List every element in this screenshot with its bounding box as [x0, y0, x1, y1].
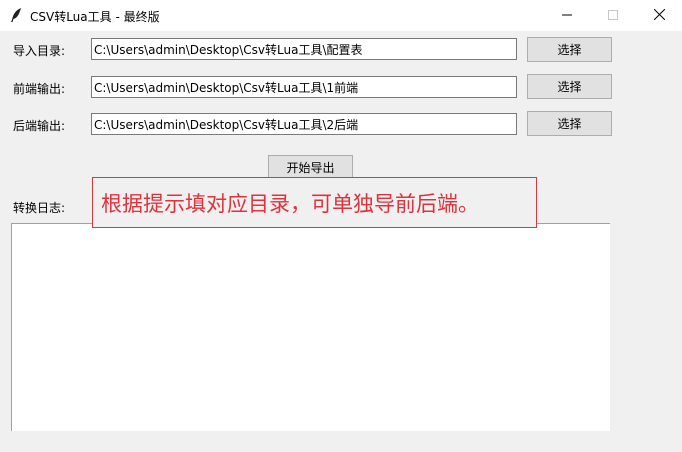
backend-output-input[interactable] — [91, 113, 517, 135]
import-dir-choose-button[interactable]: 选择 — [527, 37, 612, 62]
backend-output-label: 后端输出: — [13, 119, 66, 133]
conversion-log-label: 转换日志: — [13, 201, 66, 215]
title-bar[interactable]: CSV转Lua工具 - 最终版 — [0, 0, 682, 31]
maximize-button[interactable] — [590, 0, 636, 31]
feather-icon — [9, 7, 23, 23]
hint-text: 根据提示填对应目录，可单独导前后端。 — [101, 191, 479, 216]
import-dir-label: 导入目录: — [13, 44, 66, 58]
maximize-icon — [608, 9, 618, 23]
close-icon — [653, 8, 665, 23]
frontend-output-input[interactable] — [91, 76, 517, 98]
minimize-icon — [562, 9, 572, 23]
conversion-log-textarea[interactable] — [11, 223, 610, 431]
minimize-button[interactable] — [544, 0, 590, 31]
frontend-output-label: 前端输出: — [13, 82, 66, 96]
import-dir-input[interactable] — [91, 38, 517, 60]
close-button[interactable] — [636, 0, 682, 31]
window-title: CSV转Lua工具 - 最终版 — [30, 10, 160, 24]
backend-output-choose-button[interactable]: 选择 — [527, 111, 612, 136]
hint-annotation: 根据提示填对应目录，可单独导前后端。 — [92, 177, 537, 228]
frontend-output-choose-button[interactable]: 选择 — [527, 74, 612, 99]
